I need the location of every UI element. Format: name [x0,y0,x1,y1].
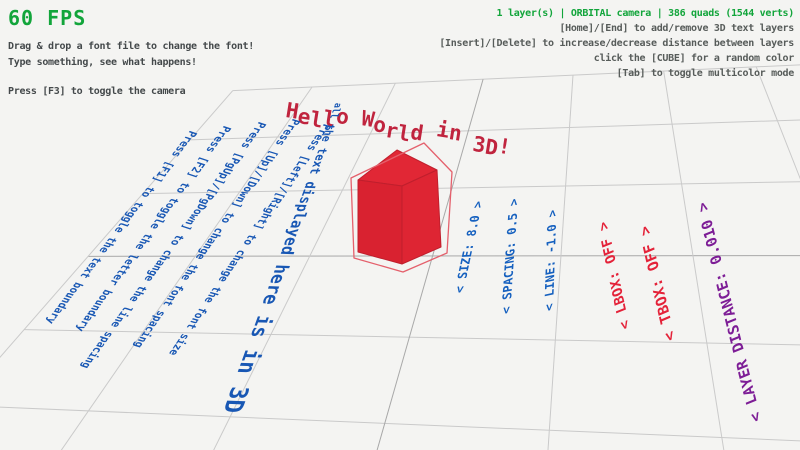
grid-line [190,117,800,140]
grid-line [756,67,800,450]
grid-line [0,91,233,450]
grid-line [0,405,800,444]
stats-bar: 1 layer(s) | ORBITAL camera | 386 quads … [439,6,794,21]
cube[interactable] [351,143,452,272]
hud-hint-type: Type something, see what happens! [8,55,254,71]
hud-help-cube-color: click the [CUBE] for a random color [439,51,794,66]
hud-right: 1 layer(s) | ORBITAL camera | 386 quads … [439,6,794,81]
cube-face[interactable] [402,170,441,264]
hud-hint-camera: Press [F3] to toggle the camera [8,84,254,100]
hud-help-multicolor: [Tab] to toggle multicolor mode [439,66,794,81]
hud-help-layers: [Home]/[End] to add/remove 3D text layer… [439,21,794,36]
fps-counter: 60 FPS [8,6,254,30]
grid-line [664,71,728,450]
hud-left: 60 FPS Drag & drop a font file to change… [8,6,254,100]
grid-line [546,75,573,450]
hud-hint-drag-drop: Drag & drop a font file to change the fo… [8,39,254,55]
grid-line [143,180,800,194]
hud-help-layer-distance: [Insert]/[Delete] to increase/decrease d… [439,36,794,51]
cube-face[interactable] [358,180,402,264]
grid-line [44,87,312,450]
grid-line [24,330,800,347]
grid-line [370,79,483,450]
